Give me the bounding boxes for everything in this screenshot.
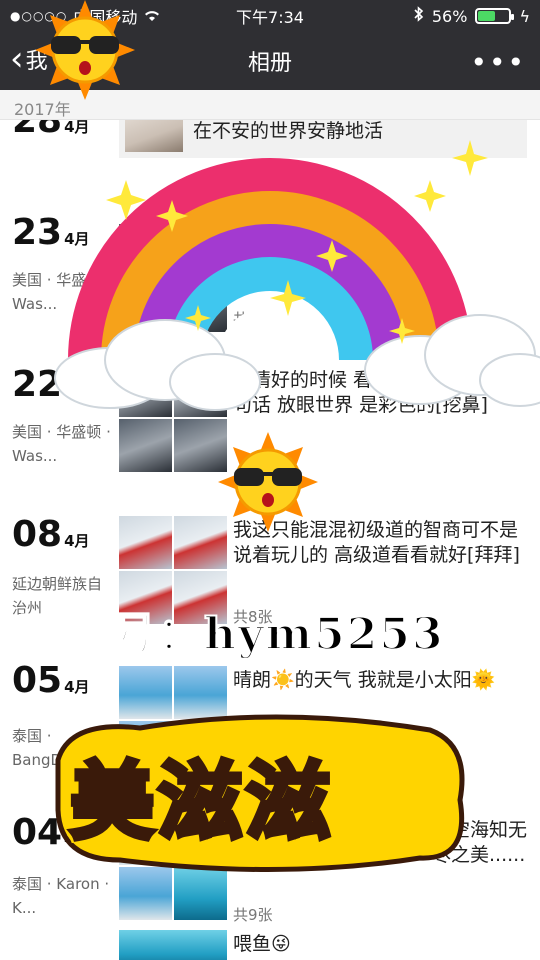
charging-icon: ϟ bbox=[519, 6, 530, 26]
chevron-left-icon: ‹ bbox=[10, 39, 24, 79]
wifi-icon bbox=[143, 7, 161, 26]
post-text: 心情好的时候 看男的小的都可爱 一句话 放眼世界 是彩色的[挖鼻] bbox=[233, 369, 531, 416]
photo-thumbnail[interactable] bbox=[119, 867, 172, 920]
entry-location: 泰国 · Karon · K... bbox=[12, 875, 110, 917]
photo-thumbnail[interactable] bbox=[119, 930, 227, 960]
post-text: 晴朗☀️的天气 我就是小太阳🌞 bbox=[233, 669, 496, 691]
page-title: 相册 bbox=[247, 51, 292, 76]
photo-thumbnail[interactable] bbox=[119, 224, 227, 332]
entry-date: 23 4月 bbox=[12, 212, 90, 253]
post-text: 喂鱼😜 bbox=[233, 933, 291, 955]
battery-fill bbox=[478, 11, 496, 21]
entry-date: 22 4月 bbox=[12, 364, 90, 405]
back-label: 我 bbox=[25, 49, 48, 74]
nav-bar: ‹ 我 相册 ••• bbox=[0, 32, 540, 90]
bluetooth-icon bbox=[414, 6, 424, 26]
photo-count: 共9张 bbox=[233, 906, 273, 924]
photo-thumbnail[interactable] bbox=[119, 364, 172, 417]
photo-thumbnail[interactable] bbox=[174, 516, 227, 569]
photo-thumbnail[interactable] bbox=[119, 666, 172, 719]
watermark-text: 薇新号：hym5253 bbox=[19, 608, 445, 661]
text-post[interactable]: 在不安的世界安静地活 bbox=[119, 120, 527, 158]
entry-location: 美国 · 华盛顿 · Was... bbox=[12, 423, 111, 465]
photo-thumbnail[interactable] bbox=[119, 419, 172, 472]
signal-icon: ●○○○○ bbox=[10, 9, 68, 23]
entry-location: 美国 · 华盛顿 · Was... bbox=[12, 271, 111, 313]
photo-count: 共9张 bbox=[233, 310, 273, 328]
carrier-group: ●○○○○ 中国移动 bbox=[10, 4, 161, 28]
status-right: 56% ϟ bbox=[414, 6, 530, 26]
photo-grid[interactable] bbox=[119, 930, 227, 960]
battery-icon bbox=[475, 8, 515, 24]
more-button[interactable]: ••• bbox=[470, 46, 526, 79]
post-text: 在不安的世界安静地活 bbox=[193, 120, 384, 142]
photo-thumbnail[interactable] bbox=[174, 867, 227, 920]
entry-date: 05 4月 bbox=[12, 660, 90, 701]
post-text: 天空海知无尽之美...... bbox=[432, 819, 528, 866]
photo-thumbnail[interactable] bbox=[119, 516, 172, 569]
entry-date: 28 4月 bbox=[12, 120, 90, 141]
post-thumbnail[interactable] bbox=[125, 120, 183, 152]
year-header: 2017年 bbox=[0, 90, 540, 120]
photo-thumbnail[interactable] bbox=[174, 419, 227, 472]
battery-percent: 56% bbox=[431, 6, 468, 26]
carrier-label: 中国移动 bbox=[73, 8, 138, 27]
entry-date: 08 4月 bbox=[12, 514, 90, 555]
sticker-text: 美滋滋 bbox=[67, 751, 335, 854]
photo-thumbnail[interactable] bbox=[174, 666, 227, 719]
back-button[interactable]: ‹ 我 bbox=[10, 42, 48, 76]
photo-thumbnail[interactable] bbox=[174, 364, 227, 417]
photo-grid[interactable] bbox=[119, 364, 227, 472]
photo-grid[interactable] bbox=[119, 224, 227, 332]
post-text: 我这只能混混初级道的智商可不是说着玩儿的 高级道看看就好[拜拜] bbox=[233, 519, 520, 566]
status-bar: ●○○○○ 中国移动 下午7:34 56% ϟ bbox=[0, 0, 540, 32]
